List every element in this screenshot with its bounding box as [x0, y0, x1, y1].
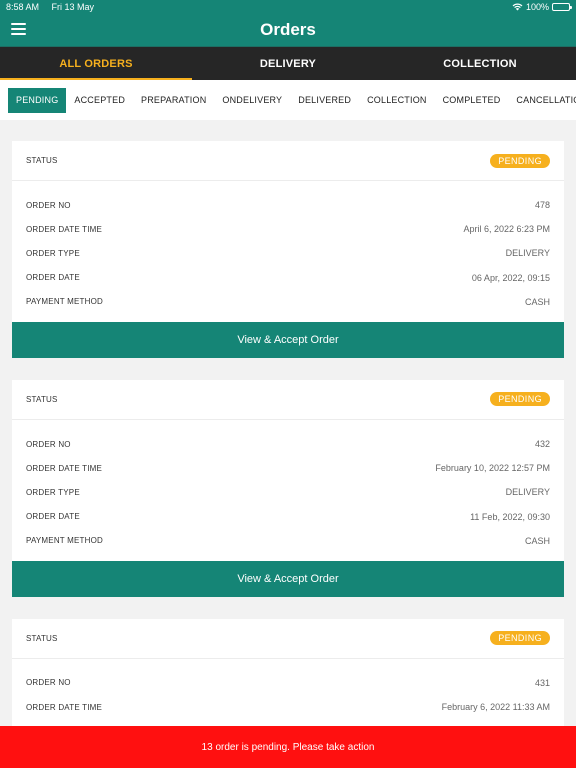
battery-icon: [552, 3, 572, 11]
order-list: STATUS PENDING ORDER NO 478 ORDER DATE T…: [0, 120, 576, 728]
order-date-row: ORDER DATE 11 Feb, 2022, 09:30: [26, 505, 550, 529]
order-card-header: STATUS PENDING: [12, 141, 564, 181]
order-date-label: ORDER DATE: [26, 512, 80, 522]
order-details: ORDER NO 432 ORDER DATE TIME February 10…: [12, 420, 564, 561]
order-no-label: ORDER NO: [26, 439, 71, 449]
alert-message: 13 order is pending. Please take action: [201, 741, 375, 753]
view-accept-order-button[interactable]: View & Accept Order: [12, 321, 564, 358]
order-type-label: ORDER TYPE: [26, 487, 80, 497]
view-accept-order-button[interactable]: View & Accept Order: [12, 560, 564, 597]
status-date: Fri 13 May: [51, 2, 95, 12]
tab-delivery[interactable]: DELIVERY: [192, 47, 384, 80]
order-date-time-row: ORDER DATE TIME February 6, 2022 11:33 A…: [26, 695, 550, 719]
order-date-time-label: ORDER DATE TIME: [26, 463, 103, 473]
status-badge: PENDING: [490, 153, 550, 168]
payment-method-row: PAYMENT METHOD CASH: [26, 290, 550, 314]
filter-ondelivery[interactable]: ONDELIVERY: [214, 88, 290, 113]
order-date-time-row: ORDER DATE TIME February 10, 2022 12:57 …: [26, 456, 550, 480]
order-no-value: 478: [534, 200, 550, 211]
order-type-row: ORDER TYPE DELIVERY: [26, 480, 550, 504]
order-card: STATUS PENDING ORDER NO 431 ORDER DATE T…: [12, 618, 564, 728]
order-no-value: 431: [534, 677, 550, 688]
order-date-row: ORDER DATE 06 Apr, 2022, 09:15: [26, 266, 550, 290]
order-type-row: ORDER TYPE DELIVERY: [26, 241, 550, 265]
filter-pending[interactable]: PENDING: [8, 87, 67, 113]
order-date-value: 11 Feb, 2022, 09:30: [470, 511, 550, 522]
top-bar: 8:58 AM Fri 13 May 100% Orders: [0, 0, 576, 46]
order-date-time-value: April 6, 2022 6:23 PM: [463, 224, 550, 235]
order-date-time-value: February 10, 2022 12:57 PM: [435, 463, 550, 474]
order-card-header: STATUS PENDING: [12, 380, 564, 420]
wifi-icon: [512, 3, 523, 11]
payment-method-value: CASH: [524, 535, 550, 546]
tab-all-orders[interactable]: ALL ORDERS: [0, 47, 192, 80]
order-date-time-row: ORDER DATE TIME April 6, 2022 6:23 PM: [26, 217, 550, 241]
status-left: 8:58 AM Fri 13 May: [6, 2, 104, 12]
order-type-value: DELIVERY: [505, 487, 550, 498]
status-badge: PENDING: [490, 392, 550, 407]
page-title: Orders: [260, 20, 316, 39]
order-card: STATUS PENDING ORDER NO 478 ORDER DATE T…: [12, 141, 564, 358]
order-date-value: 06 Apr, 2022, 09:15: [471, 272, 550, 283]
order-no-value: 432: [534, 439, 550, 450]
filter-accepted[interactable]: ACCEPTED: [66, 88, 133, 113]
order-card: STATUS PENDING ORDER NO 432 ORDER DATE T…: [12, 379, 564, 597]
main-tabs: ALL ORDERS DELIVERY COLLECTION: [0, 46, 576, 80]
status-time: 8:58 AM: [6, 2, 40, 12]
filter-cancellation[interactable]: CANCELLATION: [508, 88, 576, 113]
status-right: 100%: [512, 2, 572, 12]
order-date-time-label: ORDER DATE TIME: [26, 702, 103, 712]
battery-percent: 100%: [525, 2, 549, 12]
order-type-value: DELIVERY: [505, 248, 550, 259]
order-no-row: ORDER NO 432: [26, 432, 550, 456]
order-date-time-label: ORDER DATE TIME: [26, 224, 103, 234]
order-no-row: ORDER NO 478: [26, 193, 550, 217]
order-no-label: ORDER NO: [26, 678, 71, 688]
menu-icon[interactable]: [11, 23, 26, 35]
filter-collection[interactable]: COLLECTION: [359, 88, 435, 113]
order-details: ORDER NO 431 ORDER DATE TIME February 6,…: [12, 659, 564, 727]
status-label: STATUS: [26, 633, 58, 643]
status-badge: PENDING: [490, 631, 550, 646]
payment-method-label: PAYMENT METHOD: [26, 536, 104, 546]
pending-alert-banner: 13 order is pending. Please take action: [0, 726, 576, 768]
order-type-label: ORDER TYPE: [26, 248, 80, 258]
order-details: ORDER NO 478 ORDER DATE TIME April 6, 20…: [12, 181, 564, 322]
status-bar: 8:58 AM Fri 13 May 100%: [0, 0, 576, 14]
status-label: STATUS: [26, 394, 58, 404]
order-date-label: ORDER DATE: [26, 273, 80, 283]
order-no-label: ORDER NO: [26, 200, 71, 210]
status-filter-tabs: PENDING ACCEPTED PREPARATION ONDELIVERY …: [0, 80, 576, 120]
payment-method-label: PAYMENT METHOD: [26, 297, 104, 307]
status-label: STATUS: [26, 156, 58, 165]
order-no-row: ORDER NO 431: [26, 671, 550, 695]
tab-collection[interactable]: COLLECTION: [384, 47, 576, 80]
order-card-header: STATUS PENDING: [12, 619, 564, 659]
filter-delivered[interactable]: DELIVERED: [290, 88, 359, 113]
filter-completed[interactable]: COMPLETED: [435, 88, 509, 113]
payment-method-row: PAYMENT METHOD CASH: [26, 529, 550, 553]
app-bar: Orders: [0, 14, 576, 46]
filter-preparation[interactable]: PREPARATION: [133, 88, 214, 113]
payment-method-value: CASH: [524, 296, 550, 307]
order-date-time-value: February 6, 2022 11:33 AM: [441, 702, 550, 713]
